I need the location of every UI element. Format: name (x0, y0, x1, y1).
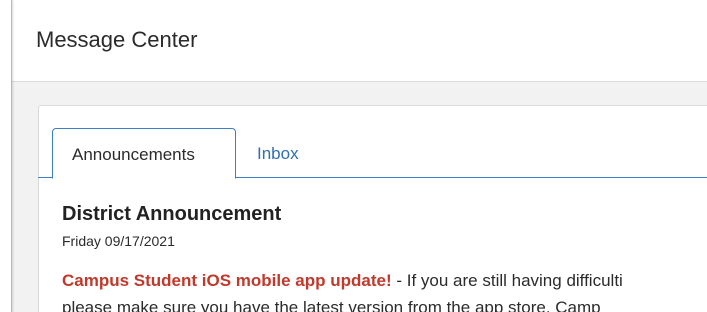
page: Message Center Announcements Inbox Distr… (0, 0, 707, 312)
tab-announcements-label: Announcements (72, 145, 195, 164)
header: Message Center (12, 0, 707, 82)
page-title: Message Center (36, 27, 198, 52)
announcement-body-line-1: Campus Student iOS mobile app update! - … (62, 267, 707, 294)
announcement-title: District Announcement (62, 203, 282, 225)
announcement-body-text: - If you are still having difficulti (391, 271, 623, 290)
announcement-body: Campus Student iOS mobile app update! - … (62, 267, 707, 312)
tab-inbox[interactable]: Inbox (257, 144, 299, 164)
announcement-date: Friday 09/17/2021 (62, 233, 175, 249)
tab-announcements[interactable]: Announcements (52, 128, 236, 179)
left-sidebar-edge (0, 0, 12, 312)
announcement-body-line-2: please make sure you have the latest ver… (62, 298, 601, 312)
announcement-highlight: Campus Student iOS mobile app update! (62, 271, 392, 290)
tab-bar: Announcements Inbox (38, 128, 707, 179)
